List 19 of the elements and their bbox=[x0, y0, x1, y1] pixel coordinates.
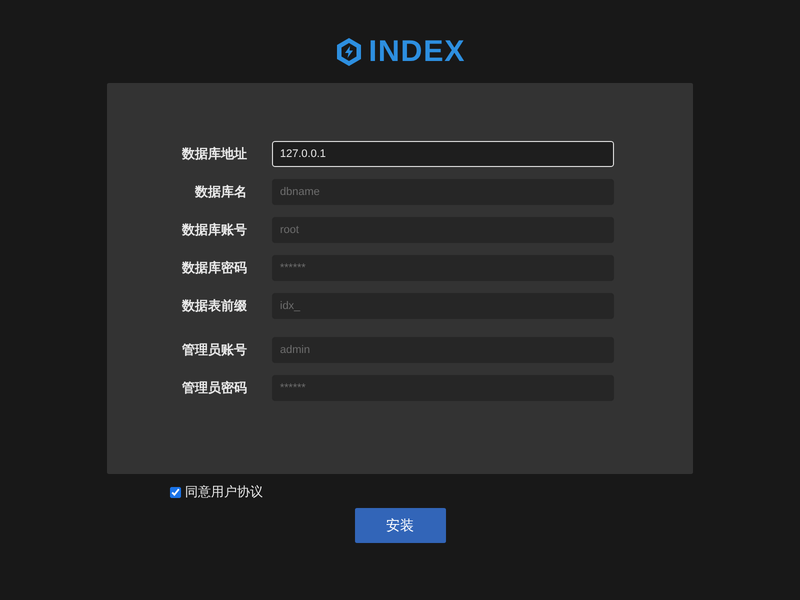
input-field[interactable]: admin bbox=[272, 337, 614, 363]
field-label: 数据库地址 bbox=[180, 146, 247, 163]
input-field[interactable]: ****** bbox=[272, 255, 614, 281]
install-button[interactable]: 安装 bbox=[354, 508, 446, 543]
input-field[interactable]: dbname bbox=[272, 179, 614, 205]
field-label: 数据库密码 bbox=[180, 260, 247, 277]
logo-text: INDEX bbox=[368, 37, 466, 67]
field-label: 数据库名 bbox=[194, 184, 247, 201]
input-field[interactable]: ****** bbox=[272, 375, 614, 401]
field-label: 数据表前缀 bbox=[180, 298, 247, 315]
agreement-checkbox[interactable] bbox=[170, 486, 181, 498]
field-label: 数据库账号 bbox=[180, 222, 247, 239]
input-field[interactable]: root bbox=[272, 217, 614, 243]
input-field[interactable]: 127.0.0.1 bbox=[272, 141, 614, 167]
agreement-label: 同意用户协议 bbox=[185, 484, 263, 501]
input-field[interactable]: idx_ bbox=[272, 293, 614, 319]
field-label: 管理员密码 bbox=[181, 380, 247, 397]
field-label: 管理员账号 bbox=[181, 342, 247, 359]
logo-icon bbox=[334, 37, 363, 67]
